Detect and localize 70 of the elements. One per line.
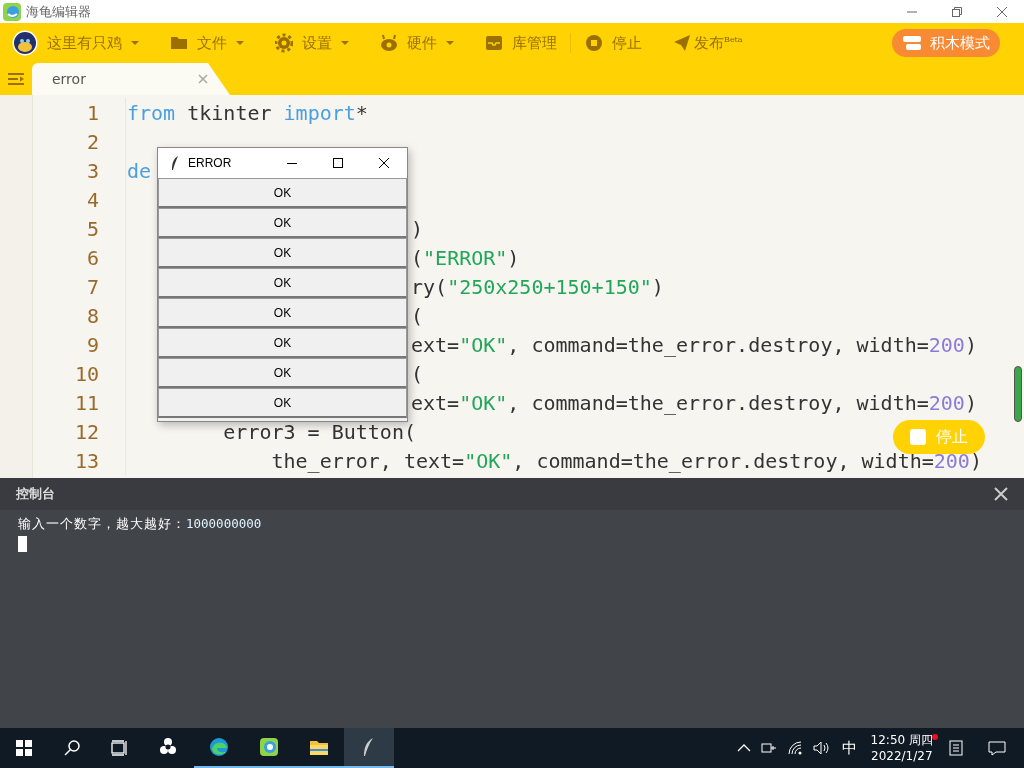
clock-date[interactable]: 2022/1/27 <box>871 748 933 764</box>
avatar-icon <box>12 30 38 56</box>
dialog-button[interactable]: OK <box>158 268 407 298</box>
task-view-icon[interactable] <box>111 740 129 756</box>
code-line: ( <box>411 363 424 384</box>
turtle-app-icon <box>259 737 279 757</box>
battery-plug-icon[interactable] <box>760 740 777 756</box>
caret-icon <box>341 41 349 45</box>
text-cursor <box>18 536 27 552</box>
dialog-button[interactable]: OK <box>158 178 407 208</box>
dialog-button[interactable]: OK <box>158 358 407 388</box>
line-number: 12 <box>73 421 99 442</box>
caret-icon <box>236 41 244 45</box>
scrollbar-thumb[interactable] <box>1014 366 1022 422</box>
console-output: 输入一个数字，越大越好：1000000000 <box>18 516 263 533</box>
code-line: ext="OK", command=the_error.destroy, width=200) <box>411 392 977 413</box>
stop-icon <box>910 429 926 445</box>
line-number: 9 <box>85 334 99 355</box>
line-number: 13 <box>73 450 99 471</box>
line-number: 3 <box>85 160 99 181</box>
dialog-button[interactable]: OK <box>158 388 407 418</box>
clock-time[interactable]: 12:50 周四 <box>870 732 933 748</box>
line-number: 1 <box>85 102 99 123</box>
feather-icon <box>170 155 180 171</box>
close-icon[interactable] <box>378 157 390 169</box>
gear-icon <box>275 33 293 53</box>
code-line: ry("250x250+150+150") <box>411 276 664 297</box>
windows-start-icon[interactable] <box>16 740 32 756</box>
dialog-title: ERROR <box>188 156 233 170</box>
speaker-icon[interactable] <box>812 740 829 756</box>
notes-icon[interactable] <box>948 740 964 756</box>
stop-icon <box>585 33 603 53</box>
dialog-button[interactable]: OK <box>158 208 407 238</box>
line-number: 8 <box>85 305 99 326</box>
code-line: ext="OK", command=the_error.destroy, width=200) <box>411 334 977 355</box>
wifi-icon[interactable] <box>786 740 803 756</box>
search-icon[interactable] <box>64 740 80 756</box>
maximize-icon[interactable] <box>332 157 344 169</box>
input-method-indicator[interactable]: 中 <box>833 738 865 758</box>
line-number: 4 <box>85 189 99 210</box>
caret-icon <box>446 41 454 45</box>
dialog-button[interactable]: OK <box>158 328 407 358</box>
menu-icon[interactable] <box>7 72 25 86</box>
pinwheel-icon <box>159 737 179 757</box>
code-line: ("ERROR") <box>411 247 520 268</box>
browser-icon <box>209 737 229 757</box>
app-title: 海龟编辑器 <box>26 2 91 21</box>
chat-icon[interactable] <box>988 740 1006 756</box>
inbox-icon <box>485 33 503 53</box>
code-line: ( <box>411 305 424 326</box>
line-number: 7 <box>85 276 99 297</box>
paper-plane-icon <box>673 33 691 53</box>
robot-icon <box>380 33 398 53</box>
dialog-button[interactable]: OK <box>158 298 407 328</box>
toolbar-button[interactable]: 发布$^{Beta}$ <box>673 33 743 53</box>
console-title: 控制台 <box>16 485 55 503</box>
code-line: error3 = Button( <box>222 421 416 442</box>
code-line: from tkinter import* <box>127 102 368 123</box>
line-number: 11 <box>73 392 99 413</box>
caret-icon <box>131 41 139 45</box>
file-tab[interactable]: error <box>32 63 230 95</box>
line-number: 10 <box>73 363 99 384</box>
restore-icon[interactable] <box>950 5 963 18</box>
line-number: 5 <box>85 218 99 239</box>
line-number: 2 <box>85 131 99 152</box>
code-line: de <box>127 160 152 181</box>
blocks-icon <box>902 35 922 51</box>
line-number: 6 <box>85 247 99 268</box>
dialog-button[interactable]: OK <box>158 238 407 268</box>
code-line: ) <box>411 218 424 239</box>
